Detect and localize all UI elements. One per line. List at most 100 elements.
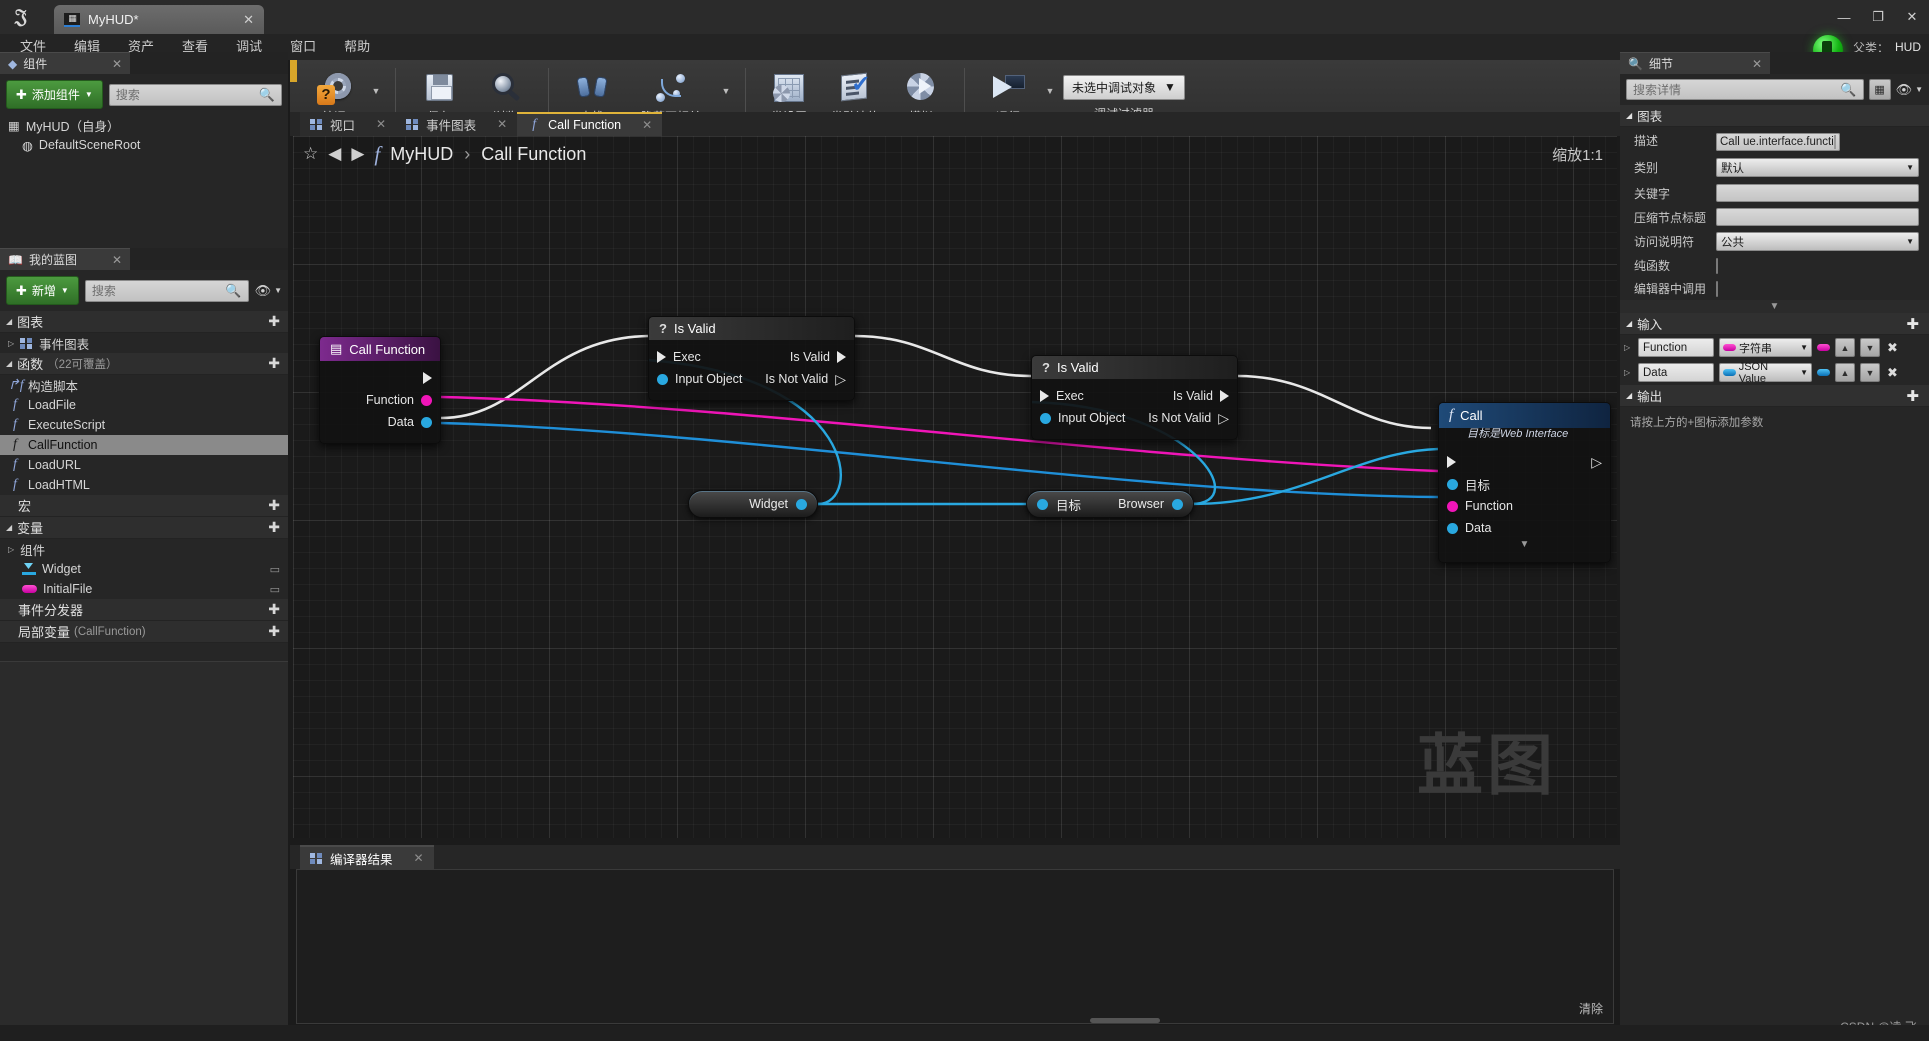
favorite-star-icon[interactable]: ☆ <box>303 144 318 164</box>
details-section-outputs[interactable]: ◢ 输出 ✚ <box>1620 385 1929 407</box>
close-window-button[interactable]: ✕ <box>1895 9 1929 25</box>
graph-item-event-graph[interactable]: ▷ 事件图表 <box>0 333 288 353</box>
add-input-button[interactable]: ✚ <box>1906 315 1919 333</box>
add-new-button[interactable]: ✚ 新增 ▼ <box>6 276 79 305</box>
object-pin-icon[interactable] <box>1447 478 1458 490</box>
add-macro-button[interactable]: ✚ <box>268 497 280 514</box>
section-local-variables[interactable]: 局部变量 (CallFunction) ✚ <box>0 621 288 643</box>
visibility-eye-icon[interactable]: ▭ <box>270 583 288 596</box>
details-section-graph[interactable]: ◢ 图表 <box>1620 105 1929 127</box>
object-pin-icon[interactable] <box>796 498 807 510</box>
visibility-eye-icon[interactable]: ▭ <box>270 563 288 576</box>
close-icon[interactable]: ✕ <box>94 253 122 267</box>
triangle-right-icon[interactable]: ▷ <box>1624 343 1633 352</box>
section-event-dispatchers[interactable]: 事件分发器 ✚ <box>0 599 288 621</box>
pin-function-out[interactable]: Function <box>320 389 440 411</box>
document-tab-myhud[interactable]: ▦ MyHUD* ✕ <box>54 5 264 34</box>
move-down-button[interactable]: ▼ <box>1860 363 1880 382</box>
close-icon[interactable]: ✕ <box>376 117 386 131</box>
remove-input-button[interactable]: ✖ <box>1887 365 1898 381</box>
access-specifier-select[interactable]: 公共 ▼ <box>1716 232 1919 251</box>
variable-item-widget[interactable]: Widget ▭ <box>0 559 288 579</box>
details-search-input[interactable]: 搜索详情 🔍 <box>1626 79 1864 100</box>
details-visibility-toggle[interactable]: 👁 ▼ <box>1896 82 1923 98</box>
blueprint-graph-canvas[interactable]: ☆ ◀ ▶ f MyHUD › Call Function 缩放1:1 ▤ Ca… <box>293 136 1617 838</box>
move-down-button[interactable]: ▼ <box>1860 338 1880 357</box>
object-pin-icon[interactable] <box>1037 498 1048 510</box>
remove-input-button[interactable]: ✖ <box>1887 340 1898 356</box>
pure-checkbox[interactable] <box>1716 257 1718 274</box>
exec-pin-icon[interactable] <box>837 351 846 363</box>
maximize-button[interactable]: ❐ <box>1861 9 1895 25</box>
keywords-input[interactable] <box>1716 184 1919 202</box>
visibility-toggle[interactable]: 👁 ▼ <box>255 283 282 299</box>
input-param-type-select[interactable]: 字符串 ▼ <box>1719 338 1812 357</box>
debug-object-select[interactable]: 未选中调试对象 ▼ <box>1063 74 1185 100</box>
description-textarea[interactable]: Call ue.interface.functi <box>1716 132 1840 151</box>
add-graph-button[interactable]: ✚ <box>268 313 280 330</box>
navigate-forward-icon[interactable]: ▶ <box>351 144 364 164</box>
tab-my-blueprint[interactable]: 📖 我的蓝图 ✕ <box>0 248 130 270</box>
node-call-function-entry[interactable]: ▤ Call Function Function Data <box>319 336 441 444</box>
section-macros[interactable]: 宏 ✚ <box>0 495 288 517</box>
component-root-item[interactable]: ▦ MyHUD（自身） <box>0 115 288 135</box>
tab-call-function[interactable]: f Call Function ✕ <box>517 112 663 136</box>
exec-pin-hollow-icon[interactable]: ▷ <box>1591 454 1602 471</box>
close-icon[interactable]: ✕ <box>414 851 424 865</box>
exec-pin-icon[interactable] <box>657 351 666 363</box>
add-event-dispatcher-button[interactable]: ✚ <box>268 601 280 618</box>
input-param-name[interactable]: Function <box>1638 338 1714 357</box>
add-output-button[interactable]: ✚ <box>1906 387 1919 405</box>
function-item-loadhtml[interactable]: f LoadHTML <box>0 475 288 495</box>
object-pin-icon[interactable] <box>1172 498 1183 510</box>
close-icon[interactable]: ✕ <box>221 12 254 28</box>
section-functions[interactable]: ◢ 函数 （22可覆盖） ✚ <box>0 353 288 375</box>
node-call-web-interface[interactable]: f Call 目标是Web Interface ▷ 目标 Function Da… <box>1438 402 1611 563</box>
move-up-button[interactable]: ▲ <box>1835 363 1855 382</box>
details-section-inputs[interactable]: ◢ 输入 ✚ <box>1620 313 1929 335</box>
exec-pin-icon[interactable] <box>1040 390 1049 402</box>
add-function-button[interactable]: ✚ <box>268 355 280 372</box>
node-is-valid-2[interactable]: ? Is Valid Exec Is Valid Input Object Is… <box>1031 355 1238 440</box>
node-collapse-button[interactable]: ▼ <box>1439 539 1610 552</box>
details-collapse-toggle[interactable]: ▼ <box>1620 300 1929 313</box>
string-pin-icon[interactable] <box>1447 500 1458 512</box>
pin-exec-out[interactable] <box>320 367 440 389</box>
section-variables[interactable]: ◢ 变量 ✚ <box>0 517 288 539</box>
function-item-executescript[interactable]: f ExecuteScript <box>0 415 288 435</box>
navigate-back-icon[interactable]: ◀ <box>328 144 341 164</box>
pin-data-out[interactable]: Data <box>320 411 440 433</box>
tab-compiler-results[interactable]: 编译器结果 ✕ <box>300 845 434 869</box>
node-is-valid-1[interactable]: ? Is Valid Exec Is Valid Input Object Is… <box>648 316 855 401</box>
add-variable-button[interactable]: ✚ <box>268 519 280 536</box>
function-item-loadfile[interactable]: f LoadFile <box>0 395 288 415</box>
close-icon[interactable]: ✕ <box>497 117 507 131</box>
horizontal-scrollbar[interactable] <box>1090 1018 1160 1023</box>
call-in-editor-checkbox[interactable] <box>1716 280 1718 297</box>
category-select[interactable]: 默认 ▼ <box>1716 158 1919 177</box>
triangle-right-icon[interactable]: ▷ <box>1624 368 1633 377</box>
component-defaultsceneroot-item[interactable]: ◍ DefaultSceneRoot <box>0 135 288 155</box>
function-item-construction-script[interactable]: ↱f 构造脚本 <box>0 375 288 395</box>
tab-viewport[interactable]: 视口 ✕ <box>300 112 397 136</box>
variable-item-initialfile[interactable]: InitialFile ▭ <box>0 579 288 599</box>
function-item-loadurl[interactable]: f LoadURL <box>0 455 288 475</box>
clear-results-link[interactable]: 清除 <box>1579 1000 1603 1017</box>
tab-components[interactable]: ◆ 组件 ✕ <box>0 52 130 74</box>
exec-pin-icon[interactable] <box>1220 390 1229 402</box>
function-item-callfunction[interactable]: f CallFunction <box>0 435 288 455</box>
minimize-button[interactable]: — <box>1827 10 1861 25</box>
compact-node-title-input[interactable] <box>1716 208 1919 226</box>
close-icon[interactable]: ✕ <box>642 118 652 132</box>
object-pin-icon[interactable] <box>1447 522 1458 534</box>
variable-group-components[interactable]: ▷ 组件 <box>0 539 288 559</box>
close-icon[interactable]: ✕ <box>94 57 122 71</box>
input-param-name[interactable]: Data <box>1638 363 1714 382</box>
tab-details[interactable]: 🔍 细节 ✕ <box>1620 52 1770 74</box>
object-pin-icon[interactable] <box>657 373 668 385</box>
knot-widget[interactable]: Widget <box>688 490 818 518</box>
grid-view-button[interactable]: ▦ <box>1868 79 1891 100</box>
components-search-input[interactable]: 搜索 🔍 <box>108 83 282 106</box>
add-component-button[interactable]: ✚ 添加组件 ▼ <box>6 80 103 109</box>
knot-browser[interactable]: 目标 Browser <box>1026 490 1194 518</box>
